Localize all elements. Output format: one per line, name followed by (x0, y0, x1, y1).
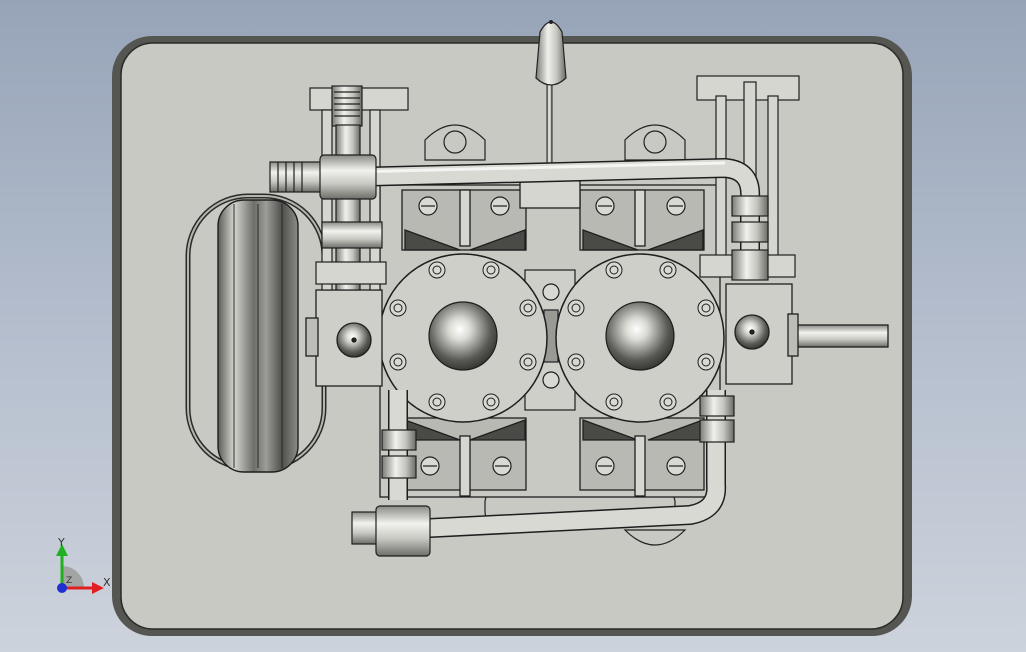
triad-y-label: Y (57, 536, 65, 549)
cylinder-head-right[interactable] (555, 253, 725, 423)
flywheel[interactable] (217, 199, 299, 473)
pipe-fitting-top-left[interactable] (269, 154, 377, 200)
cad-viewport[interactable]: Y X Z (0, 0, 1026, 652)
coordinate-triad[interactable]: Y X Z (56, 536, 111, 594)
output-shaft[interactable] (789, 324, 889, 348)
triad-z-label: Z (66, 576, 72, 586)
triad-x-label: X (103, 576, 111, 589)
valve-block-left[interactable] (305, 289, 383, 387)
valve-block-right[interactable] (725, 283, 799, 385)
engine-model[interactable]: Y X Z (0, 0, 1026, 652)
pipe-fittings-right[interactable] (731, 195, 769, 281)
